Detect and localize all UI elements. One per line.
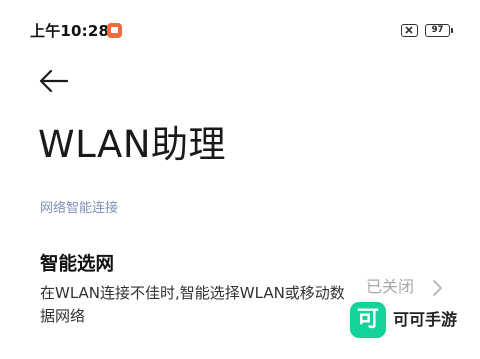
watermark-logo: 可 — [350, 302, 386, 338]
mute-icon — [401, 24, 418, 37]
back-button[interactable] — [38, 68, 74, 98]
battery-tip — [451, 28, 453, 33]
setting-status-value: 已关闭 — [366, 277, 415, 296]
back-arrow-icon — [39, 69, 69, 93]
battery-icon: 97 — [425, 24, 450, 37]
status-time: 上午10:28 — [30, 22, 110, 40]
xiaomi-app-icon — [107, 23, 122, 38]
chevron-right-icon — [433, 280, 442, 296]
setting-title: 智能选网 — [40, 254, 115, 275]
section-header: 网络智能连接 — [40, 201, 119, 216]
watermark-text: 可可手游 — [393, 310, 458, 329]
screen: 上午10:28 97 WLAN助理 网络智能连接 智能选网 在WLAN连接不佳时… — [0, 0, 480, 359]
setting-description: 在WLAN连接不佳时,智能选择WLAN或移动数据网络 — [40, 284, 345, 325]
page-title: WLAN助理 — [38, 123, 227, 166]
